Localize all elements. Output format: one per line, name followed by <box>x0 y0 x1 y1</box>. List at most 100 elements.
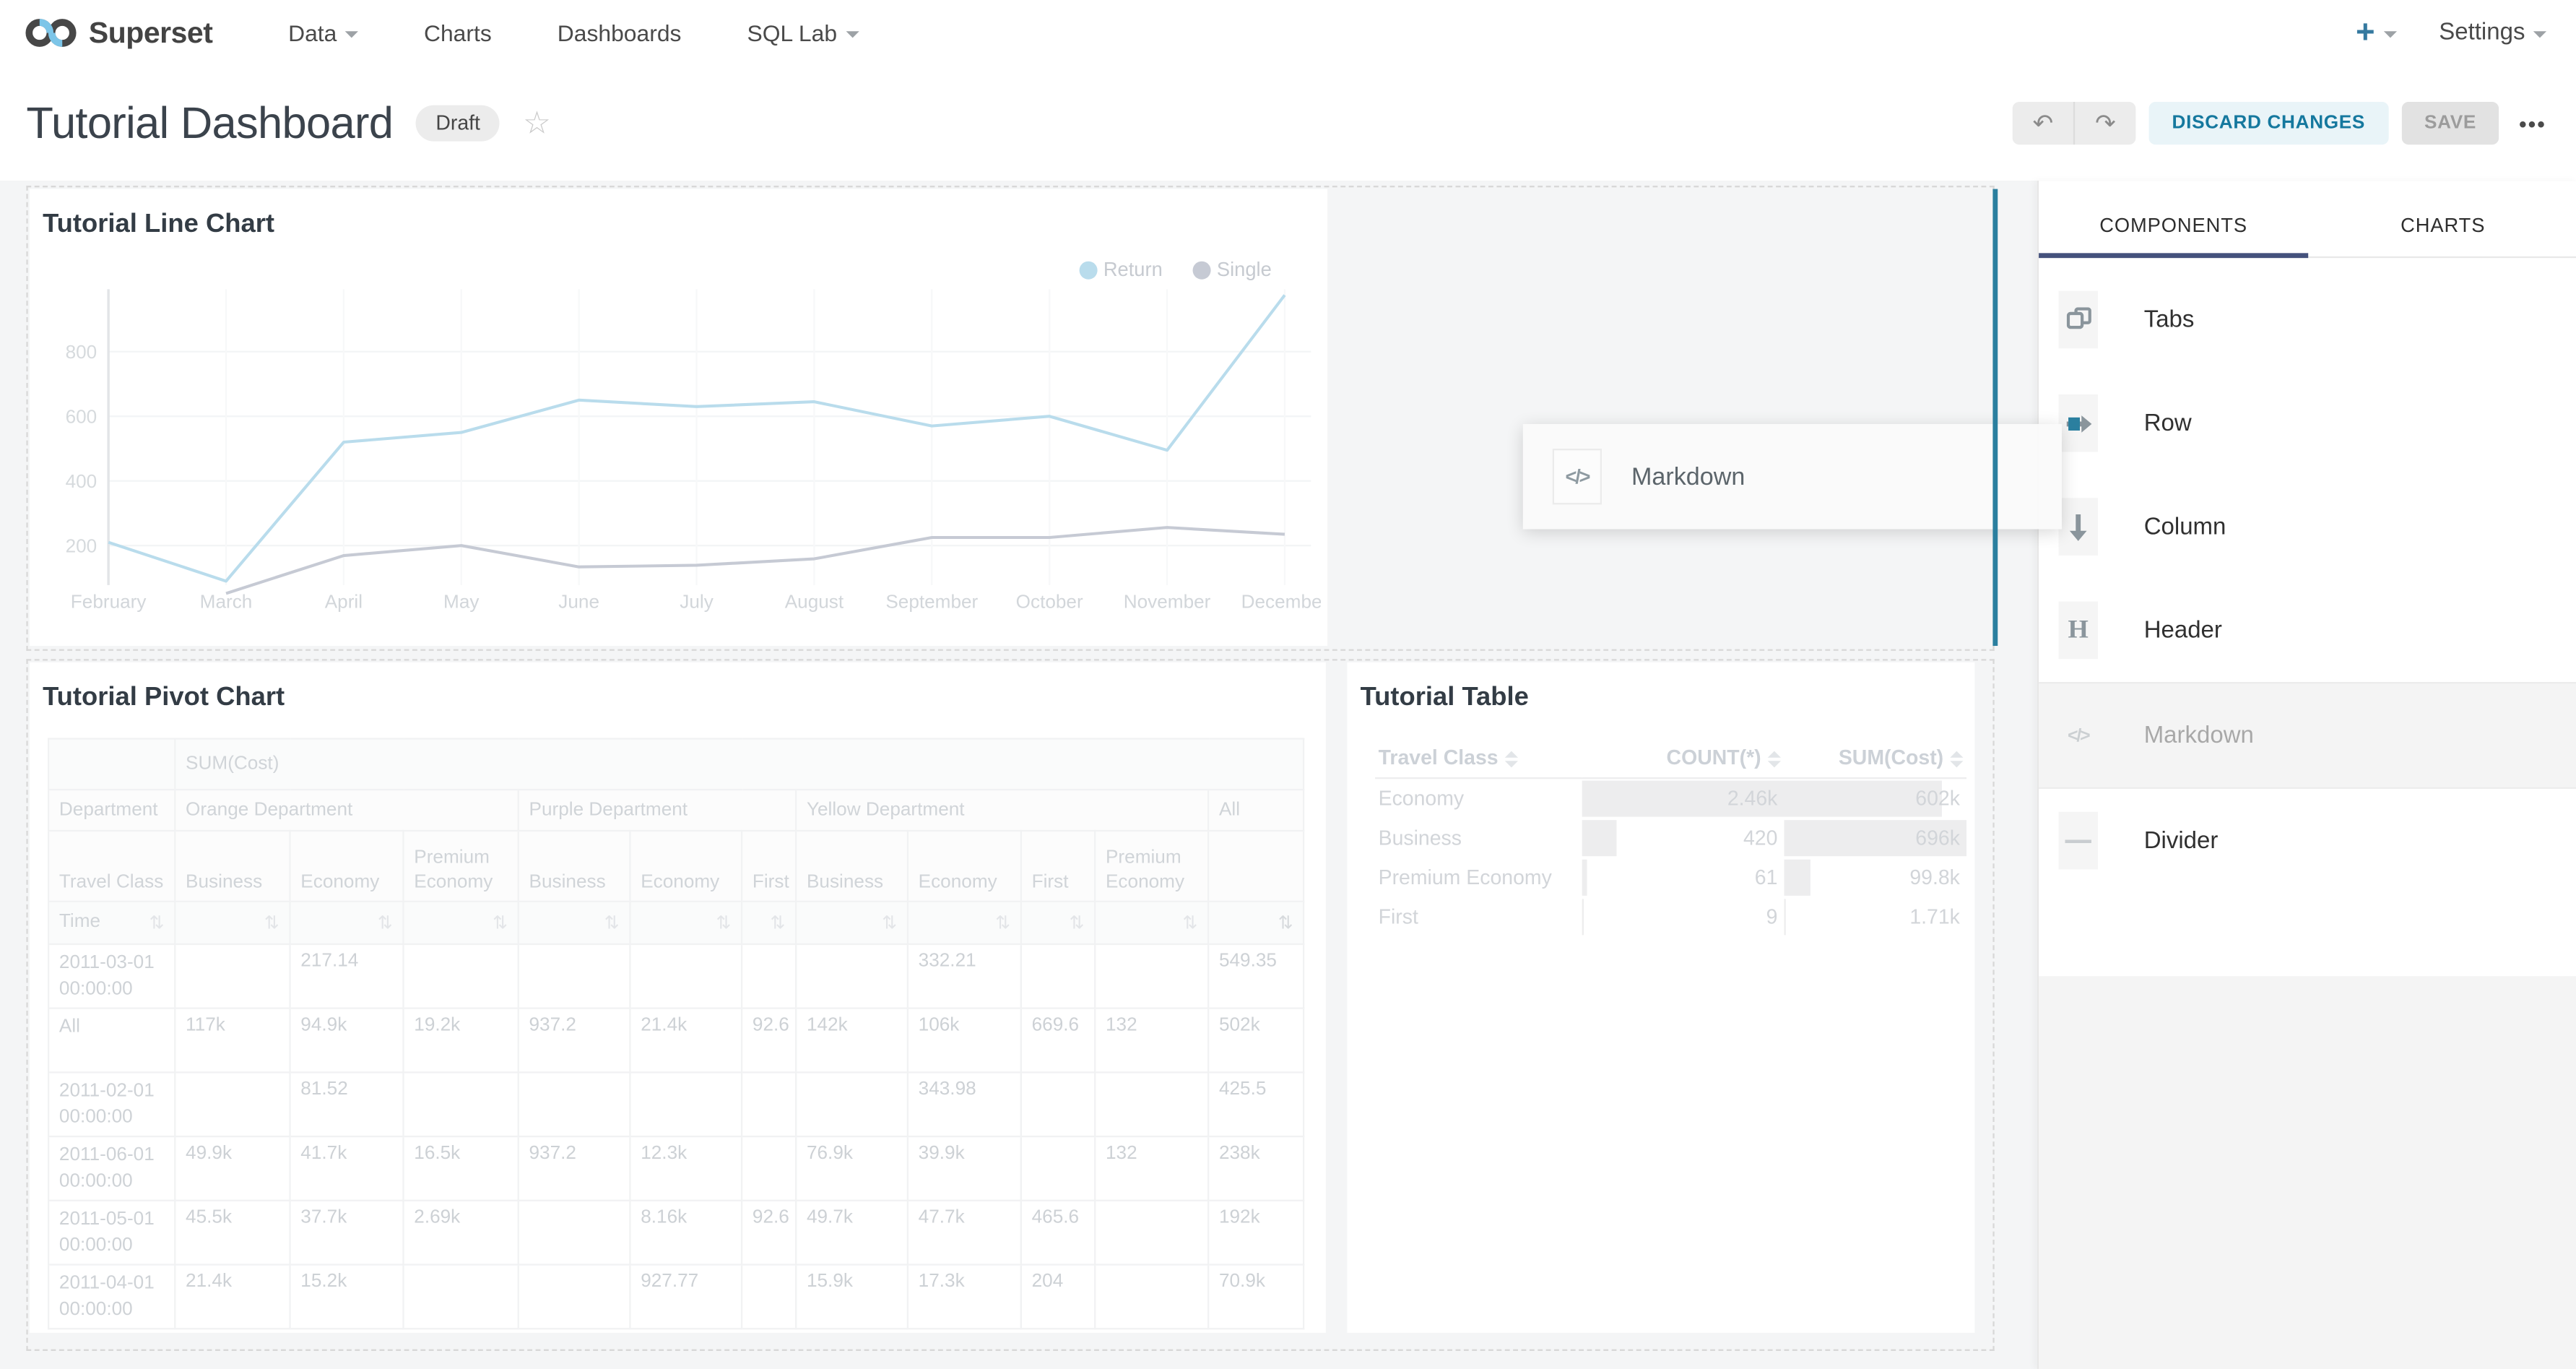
pivot-sort-header[interactable]: ⇅ <box>1208 902 1304 944</box>
pivot-sort-header[interactable]: ⇅ <box>403 902 518 944</box>
pivot-cell: 12.3k <box>630 1136 742 1201</box>
pivot-sort-header[interactable]: ⇅ <box>175 902 290 944</box>
pivot-col-header: Premium Economy <box>403 831 518 902</box>
pivot-cell <box>1021 1136 1095 1201</box>
pivot-dim-label: Department <box>48 790 175 831</box>
table-row: 2011-05-0100:00:0045.5k37.7k2.69k8.16k92… <box>48 1201 1304 1265</box>
pivot-sort-header[interactable]: ⇅ <box>519 902 630 944</box>
nav-item-charts[interactable]: Charts <box>391 20 524 46</box>
table-cell: 1.71k <box>1784 897 1967 937</box>
undo-redo-group: ↶ ↷ <box>2013 102 2136 144</box>
pivot-cell <box>742 1136 796 1201</box>
pivot-sort-header[interactable]: ⇅ <box>630 902 742 944</box>
pivot-cell: 19.2k <box>403 1009 518 1073</box>
sidebar-tabs: COMPONENTS CHARTS <box>2039 194 2576 258</box>
more-options-icon[interactable]: ••• <box>2519 111 2546 136</box>
pivot-sort-header[interactable]: ⇅ <box>796 902 908 944</box>
table-column-header[interactable]: SUM(Cost) <box>1784 738 1967 778</box>
active-tab-underline <box>2039 253 2308 258</box>
chart-title: Tutorial Pivot Chart <box>43 683 285 713</box>
new-item-button[interactable]: + <box>2356 17 2396 49</box>
component-item-markdown[interactable]: </> Markdown <box>2039 682 2576 789</box>
table-cell: 2.46k <box>1582 778 1784 819</box>
redo-button[interactable]: ↷ <box>2073 102 2135 144</box>
chevron-down-icon <box>345 31 358 38</box>
table-column-header[interactable]: COUNT(*) <box>1582 738 1784 778</box>
table-chart-card[interactable]: Tutorial Table Travel ClassCOUNT(*)SUM(C… <box>1347 662 1974 1333</box>
pivot-cell: 92.6 <box>742 1009 796 1073</box>
chevron-down-icon <box>2533 31 2546 38</box>
pivot-sort-header[interactable]: ⇅ <box>1021 902 1095 944</box>
pivot-chart-card[interactable]: Tutorial Pivot Chart SUM(Cost)Department… <box>30 662 1326 1333</box>
table-column-header[interactable]: Travel Class <box>1375 738 1582 778</box>
tab-charts[interactable]: CHARTS <box>2308 194 2576 256</box>
line-chart-card[interactable]: Tutorial Line Chart Return Single 200400… <box>30 189 1327 646</box>
brand-name: Superset <box>89 16 213 51</box>
pivot-table: SUM(Cost)DepartmentOrange DepartmentPurp… <box>48 738 1303 1329</box>
pivot-cell: 92.6 <box>742 1201 796 1265</box>
page-title[interactable]: Tutorial Dashboard <box>26 98 393 149</box>
superset-logo[interactable]: Superset <box>23 14 213 51</box>
pivot-cell: 15.9k <box>796 1265 908 1329</box>
builder-sidebar: COMPONENTS CHARTS Tabs Row <box>2037 181 2576 1369</box>
pivot-cell: 937.2 <box>519 1009 630 1073</box>
component-item-header[interactable]: H Header <box>2039 579 2576 682</box>
x-axis-label: June <box>558 591 599 613</box>
pivot-cell: 238k <box>1208 1136 1304 1201</box>
pivot-cell <box>630 944 742 1009</box>
pivot-cell: 49.7k <box>796 1201 908 1265</box>
pivot-col-header: First <box>742 831 796 902</box>
pivot-cell: 106k <box>908 1009 1021 1073</box>
sort-icon <box>1768 751 1781 767</box>
superset-dashboard-edit-page: Superset Data Charts Dashboards SQL Lab … <box>0 0 2576 1369</box>
pivot-cell: 332.21 <box>908 944 1021 1009</box>
status-badge: Draft <box>416 105 500 142</box>
pivot-cell <box>742 1265 796 1329</box>
drop-indicator-handle <box>2068 418 2080 431</box>
nav-menu: Data Charts Dashboards SQL Lab <box>256 20 892 46</box>
pivot-cell: 192k <box>1208 1201 1304 1265</box>
dashboard-row[interactable]: Tutorial Pivot Chart SUM(Cost)Department… <box>26 659 1994 1351</box>
save-button[interactable]: SAVE <box>2401 102 2499 144</box>
pivot-col-header <box>1208 831 1304 902</box>
sort-icon <box>1950 751 1963 767</box>
pivot-col-header: Business <box>519 831 630 902</box>
component-item-tabs[interactable]: Tabs <box>2039 268 2576 371</box>
undo-button[interactable]: ↶ <box>2013 102 2073 144</box>
component-item-column[interactable]: Column <box>2039 475 2576 578</box>
settings-menu[interactable]: Settings <box>2439 20 2546 46</box>
pivot-cell: 16.5k <box>403 1136 518 1201</box>
table-row: Premium Economy6199.8k <box>1375 858 1966 897</box>
pivot-group-header: Yellow Department <box>796 790 1208 831</box>
component-item-divider[interactable]: Divider <box>2039 789 2576 892</box>
pivot-sort-header[interactable]: ⇅ <box>290 902 404 944</box>
table-cell: Business <box>1375 819 1582 858</box>
pivot-time-cell: All <box>48 1009 175 1073</box>
ghost-label: Markdown <box>1631 462 1745 491</box>
pivot-sort-header[interactable]: ⇅ <box>742 902 796 944</box>
component-item-row[interactable]: Row <box>2039 371 2576 475</box>
pivot-col-header: Economy <box>630 831 742 902</box>
pivot-sort-header[interactable]: ⇅ <box>1095 902 1208 944</box>
x-axis-label: May <box>443 591 480 613</box>
plus-icon: + <box>2356 17 2375 49</box>
arrow-down-icon <box>2058 498 2098 556</box>
pivot-cell: 465.6 <box>1021 1201 1095 1265</box>
favorite-star-icon[interactable]: ☆ <box>523 104 551 142</box>
pivot-col-header: Economy <box>290 831 404 902</box>
pivot-cell: 81.52 <box>290 1072 404 1136</box>
nav-item-data[interactable]: Data <box>256 20 391 46</box>
pivot-sort-header[interactable]: ⇅ <box>908 902 1021 944</box>
x-axis-label: April <box>325 591 363 613</box>
discard-changes-button[interactable]: DISCARD CHANGES <box>2149 102 2388 144</box>
x-axis-label: February <box>71 591 147 613</box>
tab-components[interactable]: COMPONENTS <box>2039 194 2308 256</box>
nav-item-sql-lab[interactable]: SQL Lab <box>714 20 891 46</box>
header-actions: ↶ ↷ DISCARD CHANGES SAVE ••• <box>2013 102 2546 144</box>
table-cell: Premium Economy <box>1375 858 1582 897</box>
pivot-cell <box>403 1265 518 1329</box>
nav-item-dashboards[interactable]: Dashboards <box>524 20 714 46</box>
pivot-cell: 204 <box>1021 1265 1095 1329</box>
pivot-sort-header[interactable]: Time⇅ <box>48 902 175 944</box>
dashboard-row[interactable]: Tutorial Line Chart Return Single 200400… <box>26 186 1994 651</box>
